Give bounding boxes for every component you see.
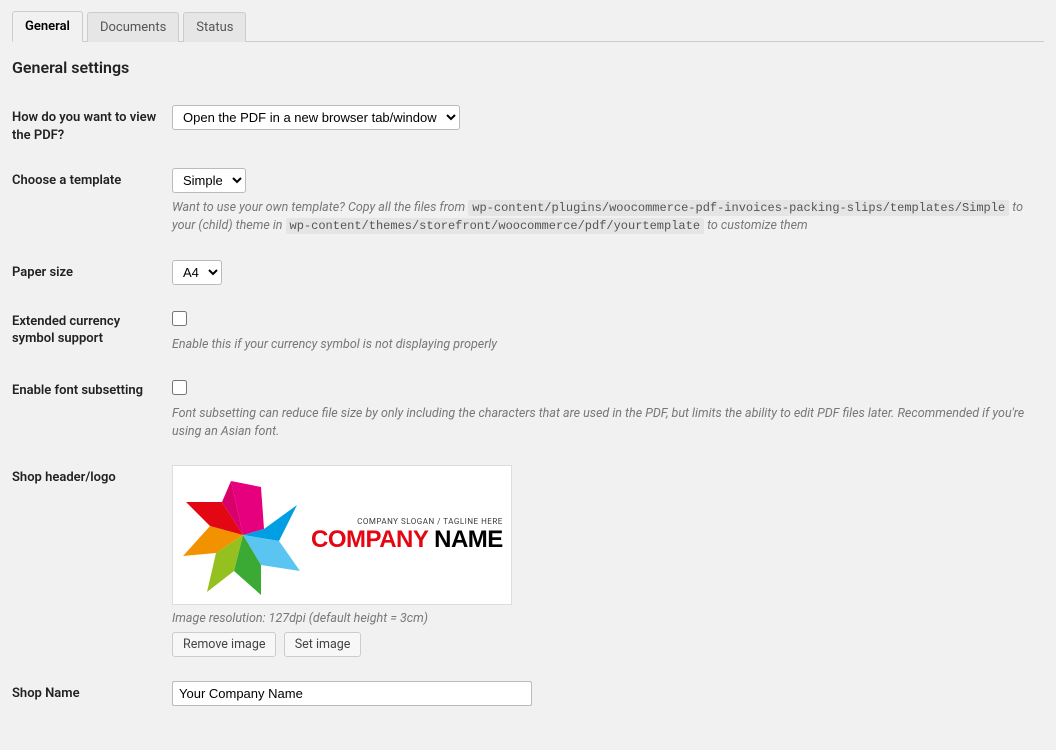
select-paper-size[interactable]: A4 [172,260,222,285]
label-currency-support: Extended currency symbol support [12,299,172,368]
tab-documents[interactable]: Documents [87,12,179,42]
remove-image-button[interactable]: Remove image [172,632,276,657]
tab-general[interactable]: General [12,11,83,42]
tab-bar: General Documents Status [12,10,1044,42]
section-title: General settings [12,58,1044,77]
checkbox-currency-support[interactable] [172,311,187,326]
label-view-pdf: How do you want to view the PDF? [12,95,172,158]
logo-preview: COMPANY SLOGAN / TAGLINE HERE COMPANY NA… [172,465,512,605]
font-subsetting-help: Font subsetting can reduce file size by … [172,405,1044,441]
currency-help: Enable this if your currency symbol is n… [172,336,1044,354]
template-help: Want to use your own template? Copy all … [172,199,1044,236]
logo-title-text: COMPANY NAME [311,528,503,552]
image-resolution-note: Image resolution: 127dpi (default height… [172,611,1044,626]
set-image-button[interactable]: Set image [284,632,362,657]
label-shop-name: Shop Name [12,671,172,720]
tab-status[interactable]: Status [183,12,246,42]
label-font-subsetting: Enable font subsetting [12,368,172,455]
select-template[interactable]: Simple [172,168,246,193]
label-shop-header-logo: Shop header/logo [12,455,172,671]
code-path-dest: wp-content/themes/storefront/woocommerce… [286,218,704,234]
label-template: Choose a template [12,158,172,250]
checkbox-font-subsetting[interactable] [172,380,187,395]
input-shop-name[interactable] [172,681,532,706]
code-path-source: wp-content/plugins/woocommerce-pdf-invoi… [468,200,1009,216]
pinwheel-icon [183,475,303,595]
select-view-pdf[interactable]: Open the PDF in a new browser tab/window [172,105,460,130]
logo-slogan-text: COMPANY SLOGAN / TAGLINE HERE [311,518,503,526]
label-paper-size: Paper size [12,250,172,299]
